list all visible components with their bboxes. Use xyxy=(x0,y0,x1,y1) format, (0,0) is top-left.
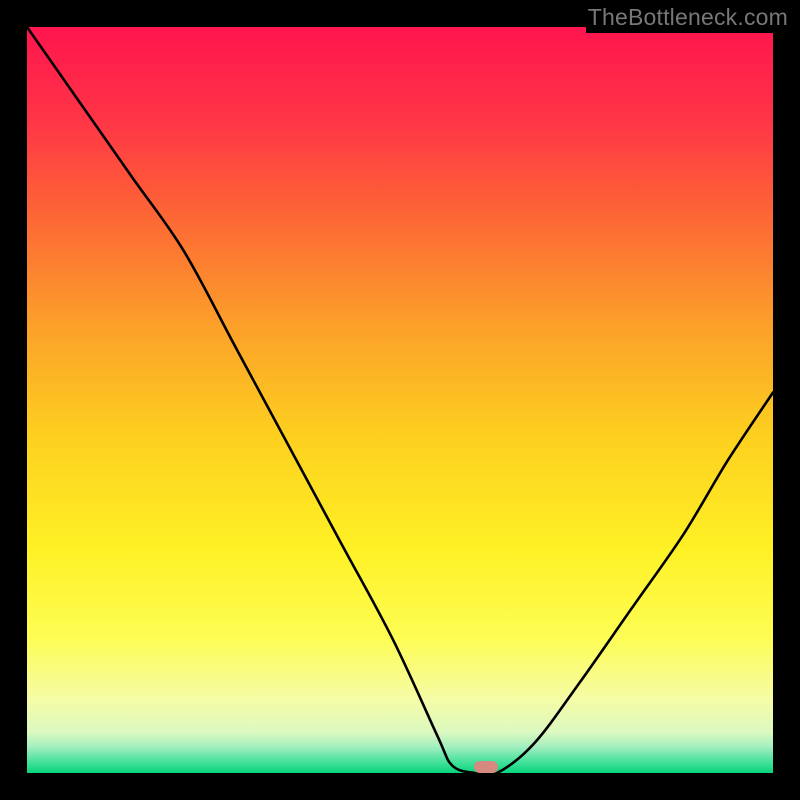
chart-frame: TheBottleneck.com xyxy=(0,0,800,800)
watermark-text: TheBottleneck.com xyxy=(586,4,790,33)
plot-area xyxy=(27,27,773,773)
bottleneck-curve xyxy=(27,27,773,773)
optimal-point-marker xyxy=(474,761,498,773)
